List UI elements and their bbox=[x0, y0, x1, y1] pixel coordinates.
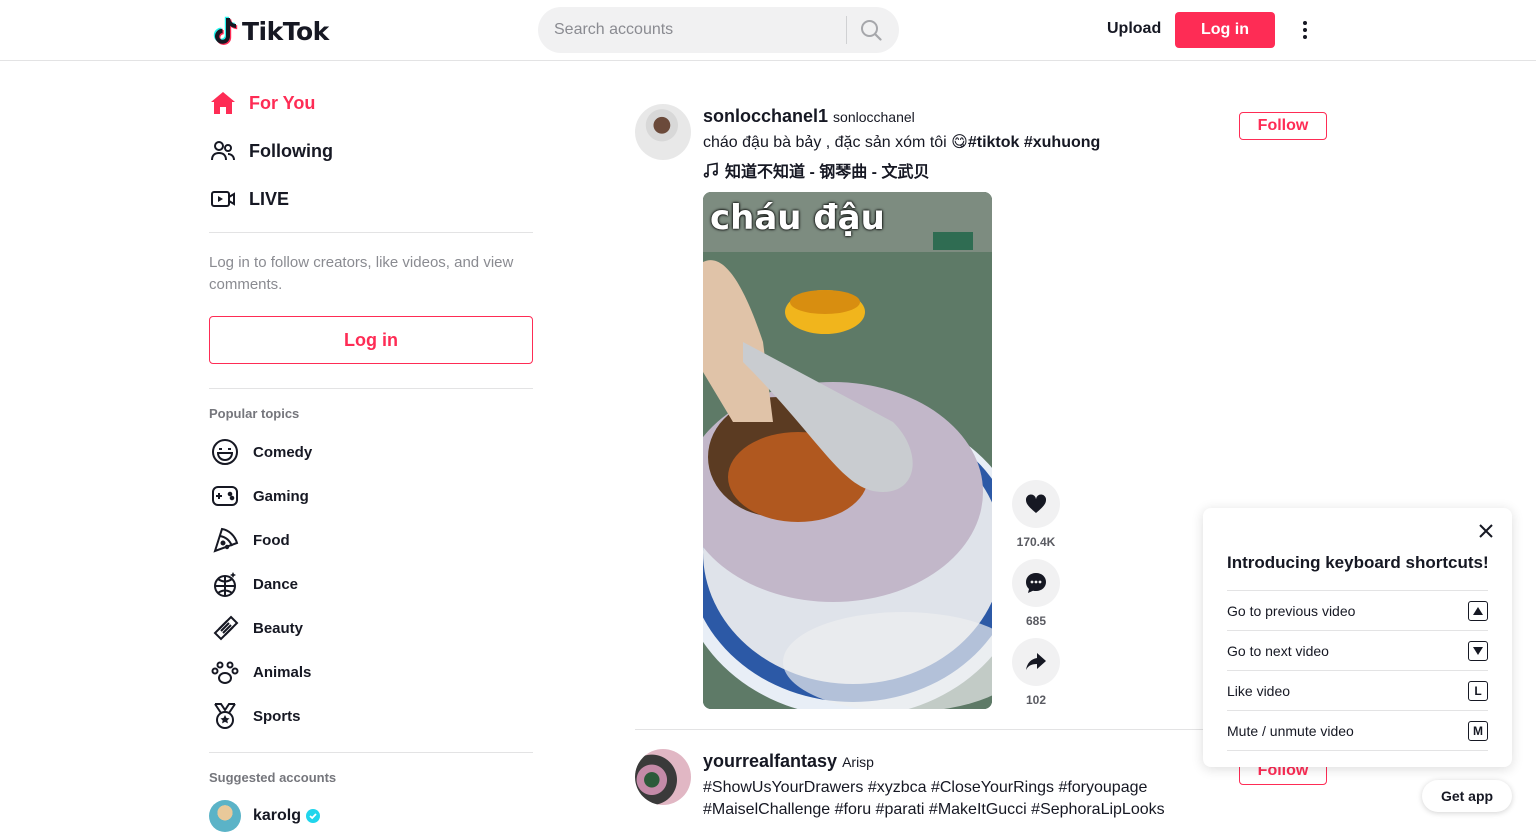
author-avatar[interactable] bbox=[635, 104, 691, 160]
topic-label: Gaming bbox=[253, 487, 309, 505]
share-button[interactable] bbox=[1012, 638, 1060, 686]
shortcut-row: Like video L bbox=[1227, 670, 1488, 710]
video-player[interactable]: cháu đậu bbox=[703, 192, 992, 709]
shortcuts-title: Introducing keyboard shortcuts! bbox=[1227, 553, 1489, 572]
sidebar-item-label: Following bbox=[249, 140, 333, 161]
sidebar-item-live[interactable]: LIVE bbox=[209, 179, 289, 219]
search-divider bbox=[846, 16, 847, 44]
share-icon bbox=[1026, 653, 1046, 670]
users-icon bbox=[209, 137, 237, 165]
author-username[interactable]: yourrealfantasy bbox=[703, 751, 837, 772]
music-note-icon bbox=[703, 162, 718, 178]
verified-badge-icon bbox=[306, 809, 321, 823]
topic-label: Beauty bbox=[253, 619, 304, 637]
sidebar-divider bbox=[209, 752, 533, 753]
shortcuts-divider bbox=[1227, 750, 1488, 751]
topic-animals[interactable]: Animals bbox=[209, 654, 311, 690]
pizza-icon bbox=[209, 524, 241, 556]
topic-comedy[interactable]: Comedy bbox=[209, 434, 312, 470]
topic-dance[interactable]: Dance bbox=[209, 566, 298, 602]
paw-icon bbox=[209, 656, 241, 688]
tiktok-logo[interactable]: TikTok bbox=[212, 14, 329, 48]
like-button[interactable] bbox=[1012, 480, 1060, 528]
topic-gaming[interactable]: Gaming bbox=[209, 478, 309, 514]
follow-button[interactable]: Follow bbox=[1239, 112, 1327, 140]
author-username[interactable]: sonlocchanel1 bbox=[703, 106, 828, 127]
shortcut-row: Go to next video bbox=[1227, 630, 1488, 670]
shortcut-key: L bbox=[1468, 680, 1488, 701]
author-line: yourrealfantasy Arisp bbox=[703, 751, 874, 772]
top-bar: TikTok Upload Log in bbox=[0, 0, 1536, 61]
home-icon bbox=[209, 89, 237, 117]
suggested-accounts-title: Suggested accounts bbox=[209, 770, 337, 785]
arrow-up-key-icon bbox=[1468, 600, 1488, 621]
search-button[interactable] bbox=[858, 18, 884, 42]
topic-sports[interactable]: Sports bbox=[209, 698, 301, 734]
topic-food[interactable]: Food bbox=[209, 522, 290, 558]
author-nickname: sonlocchanel bbox=[833, 109, 915, 125]
sidebar-login-button[interactable]: Log in bbox=[209, 316, 533, 364]
video-text-overlay: cháu đậu bbox=[710, 198, 885, 238]
sidebar-item-label: LIVE bbox=[249, 188, 290, 209]
shortcut-label: Go to previous video bbox=[1227, 602, 1356, 619]
avatar bbox=[209, 800, 241, 832]
keyboard-shortcuts-popup: Introducing keyboard shortcuts! Go to pr… bbox=[1203, 508, 1512, 767]
shortcut-row: Go to previous video bbox=[1227, 590, 1488, 630]
search-icon bbox=[861, 20, 882, 41]
tiktok-note-icon bbox=[213, 16, 238, 45]
more-menu-icon[interactable] bbox=[1294, 18, 1316, 42]
video-frame-image bbox=[703, 192, 992, 709]
popular-topics-title: Popular topics bbox=[209, 406, 300, 421]
shortcut-label: Like video bbox=[1227, 682, 1291, 699]
comb-icon bbox=[209, 612, 241, 644]
shortcut-label: Mute / unmute video bbox=[1227, 722, 1354, 739]
topic-beauty[interactable]: Beauty bbox=[209, 610, 303, 646]
author-nickname: Arisp bbox=[842, 754, 874, 770]
shortcut-key: M bbox=[1468, 720, 1488, 741]
topic-label: Dance bbox=[253, 575, 299, 593]
heart-icon bbox=[1025, 494, 1047, 513]
get-app-button[interactable]: Get app bbox=[1422, 780, 1512, 812]
topic-label: Animals bbox=[253, 663, 312, 681]
comment-count: 685 bbox=[1025, 614, 1047, 628]
caption-hashtags[interactable]: #tiktok #xuhuong bbox=[968, 134, 1100, 151]
sidebar-item-for-you[interactable]: For You bbox=[209, 83, 315, 123]
post-caption: #ShowUsYourDrawers #xyzbca #CloseYourRin… bbox=[703, 777, 1223, 821]
shortcut-label: Go to next video bbox=[1227, 642, 1329, 659]
comment-icon bbox=[1026, 573, 1046, 593]
login-hint-text: Log in to follow creators, like videos, … bbox=[209, 254, 514, 293]
suggested-account-name: karolg bbox=[253, 807, 321, 825]
topic-label: Sports bbox=[253, 707, 301, 725]
close-icon[interactable] bbox=[1477, 522, 1495, 540]
sidebar-item-label: For You bbox=[249, 92, 316, 113]
author-line: sonlocchanel1 sonlocchanel bbox=[703, 106, 915, 127]
comment-button[interactable] bbox=[1012, 559, 1060, 607]
sidebar-divider bbox=[209, 388, 533, 389]
music-link[interactable]: 知道不知道 - 钢琴曲 - 文武贝 bbox=[703, 158, 929, 182]
caption-hashtags[interactable]: #ShowUsYourDrawers #xyzbca #CloseYourRin… bbox=[703, 777, 1223, 799]
like-count: 170.4K bbox=[1016, 535, 1056, 549]
search-bar bbox=[538, 7, 899, 53]
suggested-account-item[interactable]: karolg bbox=[209, 800, 321, 832]
arrow-down-key-icon bbox=[1468, 640, 1488, 661]
gamepad-icon bbox=[209, 480, 241, 512]
header-login-button[interactable]: Log in bbox=[1175, 12, 1275, 48]
topic-label: Comedy bbox=[253, 443, 313, 461]
shortcut-row: Mute / unmute video M bbox=[1227, 710, 1488, 750]
logo-wordmark: TikTok bbox=[242, 16, 329, 46]
sidebar-divider bbox=[209, 232, 533, 233]
upload-link[interactable]: Upload bbox=[1100, 16, 1168, 42]
medal-icon bbox=[209, 700, 241, 732]
topic-label: Food bbox=[253, 531, 290, 549]
author-avatar[interactable] bbox=[635, 749, 691, 805]
sidebar-item-following[interactable]: Following bbox=[209, 131, 333, 171]
disco-ball-icon bbox=[209, 568, 241, 600]
search-input[interactable] bbox=[554, 21, 844, 39]
share-count: 102 bbox=[1025, 693, 1047, 707]
caption-hashtags[interactable]: #MaiselChallenge #foru #parati #MakeItGu… bbox=[703, 799, 1223, 821]
live-icon bbox=[209, 185, 237, 213]
smile-icon bbox=[209, 436, 241, 468]
post-caption: cháo đậu bà bảy , đặc sản xóm tôi 😋#tikt… bbox=[703, 134, 1101, 151]
